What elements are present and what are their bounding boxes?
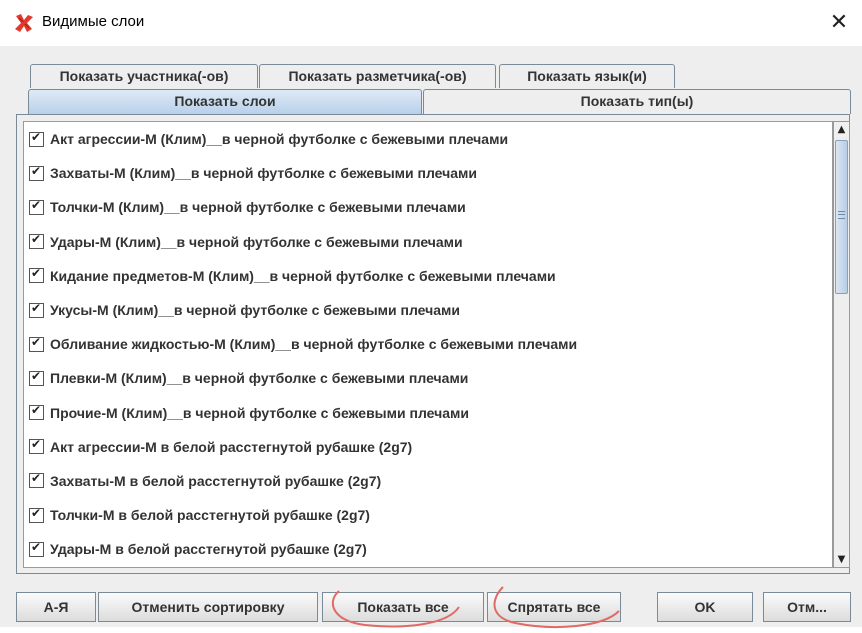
layer-item[interactable]: Захваты-М (Клим)__в черной футболке с бе… (24, 156, 832, 190)
layer-label: Прочие-М (Клим)__в черной футболке с беж… (50, 404, 469, 421)
layer-item[interactable]: Прочие-М (Клим)__в черной футболке с беж… (24, 396, 832, 430)
vertical-scrollbar[interactable]: ▲ ▼ (833, 121, 850, 568)
layer-label: Акт агрессии-М (Клим)__в черной футболке… (50, 131, 509, 148)
hide-all-button[interactable]: Спрятать все (487, 592, 621, 622)
layer-label: Укусы-М (Клим)__в черной футболке с беже… (50, 302, 460, 319)
dialog-body: Показать участника(-ов) Показать разметч… (0, 46, 862, 628)
layer-item[interactable]: Удары-М (Клим)__в черной футболке с беже… (24, 225, 832, 259)
layer-checkbox[interactable] (29, 403, 44, 421)
button-label: А-Я (43, 599, 69, 615)
layer-checkbox[interactable] (29, 335, 44, 352)
layer-item[interactable]: Толчки-М (Клим)__в черной футболке с беж… (24, 190, 832, 224)
layer-checkbox[interactable] (29, 164, 44, 181)
arrow-up-icon: ▲ (837, 124, 846, 135)
tab-label: Показать язык(и) (527, 68, 647, 84)
layer-item[interactable]: Плевки-М (Клим)__в черной футболке с беж… (24, 361, 832, 395)
layer-item[interactable]: Обливание жидкостью-М (Клим)__в черной ф… (24, 327, 832, 361)
button-label: Отменить сортировку (131, 599, 285, 615)
tab-label: Показать разметчика(-ов) (288, 68, 467, 84)
layer-item[interactable]: Кидание предметов-М (Клим)__в черной фут… (24, 259, 832, 293)
layer-checkbox[interactable] (29, 437, 44, 455)
layer-checkbox[interactable] (29, 198, 44, 215)
button-label: OK (694, 599, 716, 615)
grip-icon (838, 211, 845, 219)
button-label: Отм... (787, 599, 827, 615)
layer-item[interactable]: Толчки-М в белой расстегнутой рубашке (2… (24, 498, 832, 532)
layer-label: Акт агрессии-М в белой расстегнутой руба… (50, 438, 413, 455)
window-titlebar: Видимые слои ✕ (0, 0, 862, 47)
window-title: Видимые слои (42, 13, 145, 30)
layer-checkbox[interactable] (29, 266, 44, 284)
layer-label: Плевки-М (Клим)__в черной футболке с беж… (50, 370, 469, 387)
layer-item[interactable]: Удары-М в белой расстегнутой рубашке (2g… (24, 532, 832, 566)
layer-checkbox[interactable] (29, 301, 44, 318)
tab-show-languages[interactable]: Показать язык(и) (499, 64, 675, 88)
tool-x-icon (15, 14, 33, 32)
sort-az-button[interactable]: А-Я (16, 592, 96, 622)
layers-list: Акт агрессии-М (Клим)__в черной футболке… (23, 121, 833, 568)
layer-checkbox[interactable] (29, 369, 44, 386)
tab-label: Показать участника(-ов) (59, 68, 229, 84)
layer-item[interactable]: Акт агрессии-М (Клим)__в черной футболке… (24, 122, 832, 156)
tab-label: Показать слои (174, 93, 276, 109)
close-icon: ✕ (829, 10, 849, 35)
layer-label: Удары-М (Клим)__в черной футболке с беже… (50, 233, 463, 250)
layer-checkbox[interactable] (29, 471, 44, 489)
layers-panel: Акт агрессии-М (Клим)__в черной футболке… (16, 114, 850, 574)
layer-item[interactable]: Захваты-М в белой расстегнутой рубашке (… (24, 464, 832, 498)
close-button[interactable]: ✕ (816, 0, 862, 46)
layer-label: Захваты-М (Клим)__в черной футболке с бе… (50, 165, 477, 182)
layer-checkbox[interactable] (29, 232, 44, 250)
layer-label: Толчки-М (Клим)__в черной футболке с беж… (50, 199, 466, 216)
layer-item[interactable]: Укусы-М (Клим)__в черной футболке с беже… (24, 293, 832, 327)
arrow-down-icon: ▼ (837, 554, 846, 565)
tab-show-layers[interactable]: Показать слои (28, 89, 422, 114)
layer-label: Обливание жидкостью-М (Клим)__в черной ф… (50, 336, 578, 353)
layer-label: Кидание предметов-М (Клим)__в черной фут… (50, 267, 556, 284)
tab-show-types[interactable]: Показать тип(ы) (423, 89, 851, 114)
tab-show-participants[interactable]: Показать участника(-ов) (30, 64, 258, 88)
layer-label: Удары-М в белой расстегнутой рубашке (2g… (50, 541, 367, 558)
layer-item[interactable]: Акт агрессии-М в белой расстегнутой руба… (24, 430, 832, 464)
layer-checkbox[interactable] (29, 506, 44, 523)
button-label: Спрятать все (507, 599, 601, 615)
ok-button[interactable]: OK (657, 592, 753, 622)
tab-label: Показать тип(ы) (580, 93, 694, 109)
layer-checkbox[interactable] (29, 130, 44, 147)
button-label: Показать все (357, 599, 449, 615)
layer-label: Захваты-М в белой расстегнутой рубашке (… (50, 472, 382, 489)
cancel-button[interactable]: Отм... (763, 592, 851, 622)
layer-label: Толчки-М в белой расстегнутой рубашке (2… (50, 507, 370, 524)
show-all-button[interactable]: Показать все (322, 592, 484, 622)
scroll-thumb[interactable] (835, 140, 848, 294)
cancel-sort-button[interactable]: Отменить сортировку (98, 592, 318, 622)
tab-show-annotators[interactable]: Показать разметчика(-ов) (259, 64, 496, 88)
scroll-up-button[interactable]: ▲ (834, 122, 849, 137)
scroll-down-button[interactable]: ▼ (834, 552, 849, 567)
layer-checkbox[interactable] (29, 540, 44, 557)
